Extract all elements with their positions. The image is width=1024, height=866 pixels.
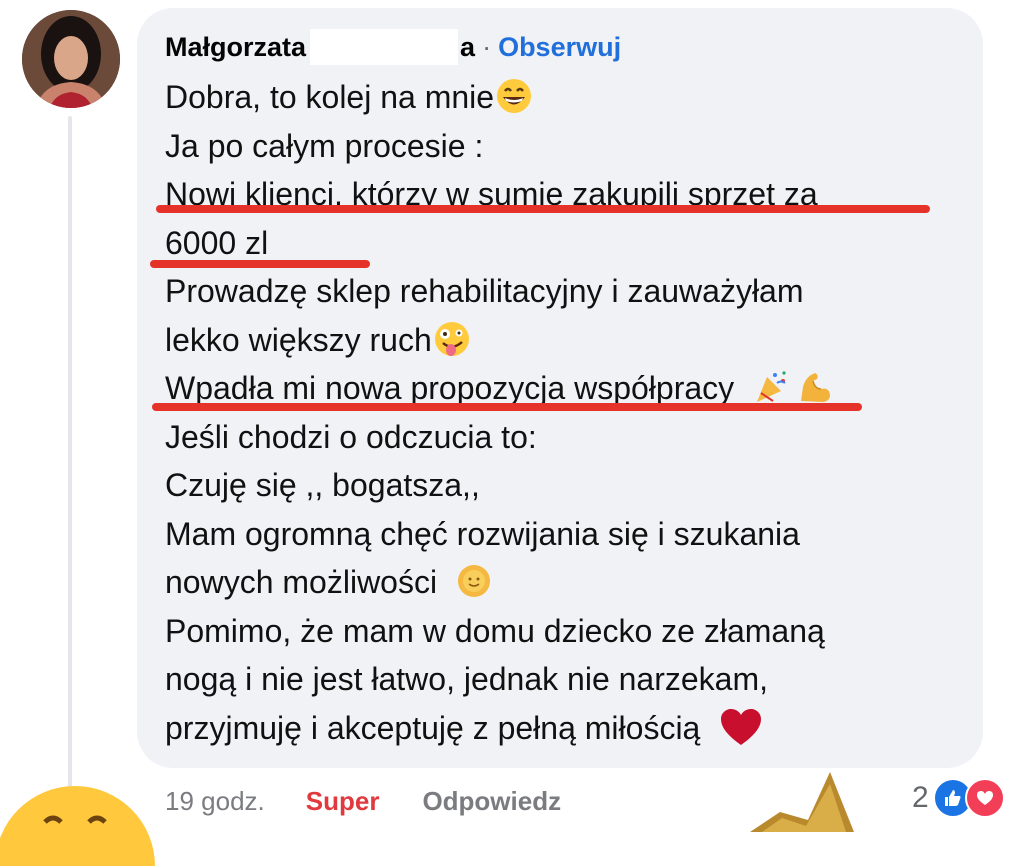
large-emoji-sticker-icon	[0, 786, 155, 866]
comment-line: Mam ogromną chęć rozwijania się i szukan…	[165, 515, 800, 552]
comment-line: Ja po całym procesie :	[165, 127, 484, 164]
grinning-face-icon	[496, 78, 532, 114]
comment-line: Pomimo, że mam w domu dziecko ze złamaną	[165, 612, 825, 649]
party-popper-icon	[753, 369, 789, 405]
comment-line: Jeśli chodzi o odczucia to:	[165, 418, 537, 455]
highlight-underline-1	[156, 205, 930, 213]
comment-line: Czuję się ,, bogatsza,,	[165, 467, 480, 503]
love-reaction-icon	[964, 778, 1005, 818]
comment-footer: 19 godz. Super Odpowiedz	[165, 781, 561, 821]
comment-line: lekko większy ruch	[165, 316, 965, 365]
separator-dot: ·	[482, 31, 492, 62]
thread-line	[68, 116, 72, 816]
comment-line: Prowadzę sklep rehabilitacyjny i zauważy…	[165, 273, 804, 309]
zany-face-icon	[434, 321, 470, 357]
reaction-summary[interactable]: 2	[912, 776, 1005, 820]
super-reaction-button[interactable]: Super	[306, 786, 380, 817]
avatar[interactable]	[22, 10, 120, 108]
red-heart-icon	[719, 707, 763, 747]
comment-line: przyjmuję i akceptuję z pełną miłością	[165, 704, 965, 753]
comment-text: Dobra, to kolej na mnie Ja po całym proc…	[165, 73, 965, 752]
reply-button[interactable]: Odpowiedz	[422, 786, 561, 817]
flexed-biceps-icon	[797, 369, 833, 405]
comment-line: Dobra, to kolej na mnie	[165, 73, 965, 122]
highlight-underline-2	[150, 260, 370, 268]
redacted-name-block	[310, 29, 459, 65]
comment-header: Małgorzata a · Obserwuj	[165, 29, 621, 65]
timestamp[interactable]: 19 godz.	[165, 786, 265, 817]
sun-face-icon	[456, 563, 492, 599]
comment-line: nogą i nie jest łatwo, jednak nie narzek…	[165, 661, 769, 697]
highlight-underline-3	[152, 403, 862, 411]
author-name[interactable]: Małgorzata	[165, 32, 306, 63]
comment-line: nowych możliwości	[165, 558, 965, 607]
author-name-tail[interactable]: a	[460, 32, 475, 63]
trophy-sticker-icon	[750, 772, 854, 832]
reaction-count: 2	[912, 781, 929, 814]
follow-button[interactable]: Obserwuj	[498, 32, 621, 63]
avatar-photo	[22, 10, 120, 108]
